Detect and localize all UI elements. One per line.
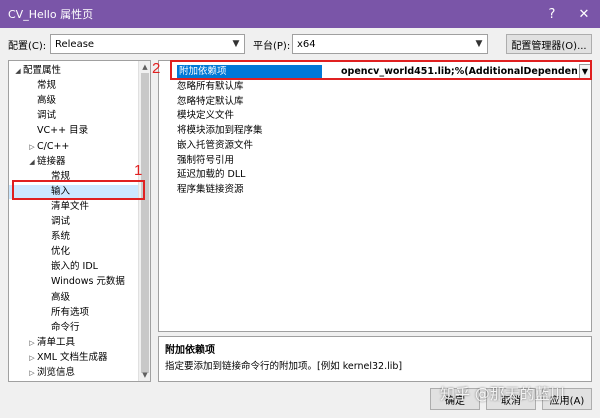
tree-item[interactable]: 所有选项 [9, 306, 139, 320]
tree-item[interactable]: 清单文件 [9, 200, 139, 214]
platform-value: x64 [297, 38, 316, 50]
chevron-down-icon: ▼ [232, 39, 240, 49]
tree-item[interactable]: 嵌入的 IDL [9, 260, 139, 274]
tree-item[interactable]: ▷ XML 文档生成器 [9, 351, 139, 365]
tree-item-label: 调试 [51, 216, 71, 227]
close-button[interactable]: ✕ [568, 0, 600, 28]
tree-item-label: 配置属性 [23, 65, 62, 76]
property-pages-window: CV_Hello 属性页 ? ✕ 配置(C): Release ▼ 平台(P):… [0, 0, 600, 418]
highlight-box-property [170, 60, 592, 80]
configuration-row: 配置(C): Release ▼ 平台(P): x64 ▼ 配置管理器(O)..… [0, 34, 600, 54]
scrollbar-thumb[interactable] [141, 73, 149, 373]
tree-item[interactable]: ▷ C/C++ [9, 140, 139, 154]
configuration-dropdown[interactable]: Release ▼ [50, 34, 245, 54]
tree-item-label: 调试 [37, 110, 57, 122]
tree-item-label: 链接器 [37, 155, 66, 167]
expander-icon[interactable]: ▷ [27, 140, 37, 154]
tree-item-label: XML 文档生成器 [37, 351, 108, 363]
property-row[interactable]: 程序集链接资源 [177, 183, 244, 197]
property-row[interactable]: 忽略特定默认库 [177, 95, 244, 109]
highlight-box-tree [12, 180, 145, 200]
tree-item[interactable]: 优化 [9, 245, 139, 259]
window-title: CV_Hello 属性页 [8, 8, 94, 21]
tree-item-label: 所有选项 [51, 306, 90, 318]
expander-icon[interactable]: ◢ [27, 155, 37, 169]
property-row[interactable]: 将模块添加到程序集 [177, 124, 263, 138]
tree-item-label: 嵌入的 IDL [51, 261, 98, 273]
tree-item[interactable]: ▷ 清单工具 [9, 336, 139, 350]
tree-item-label: 清单文件 [51, 200, 90, 212]
tree-item-label: 命令行 [51, 321, 80, 333]
tree-item-label: 高级 [51, 291, 71, 303]
tree-item-label: 浏览信息 [37, 367, 76, 378]
tree-scrollbar[interactable]: ▲ ▼ [138, 61, 150, 381]
tree-item[interactable]: 命令行 [9, 321, 139, 335]
help-button[interactable]: ? [536, 0, 568, 28]
tree-item[interactable]: Windows 元数据 [9, 275, 139, 289]
tree-item[interactable]: 高级 [9, 94, 139, 108]
expander-icon[interactable]: ▷ [27, 336, 37, 350]
description-text: 指定要添加到链接命令行的附加项。[例如 kernel32.lib] [165, 361, 403, 372]
tree-item[interactable]: 高级 [9, 291, 139, 305]
property-row[interactable]: 忽略所有默认库 [177, 80, 244, 94]
property-row[interactable]: 延迟加载的 DLL [177, 168, 245, 182]
platform-label: 平台(P): [253, 41, 291, 52]
close-icon: ✕ [578, 6, 590, 22]
scroll-down-icon[interactable]: ▼ [139, 369, 150, 381]
scroll-up-icon[interactable]: ▲ [139, 61, 150, 73]
tree-item[interactable]: 调试 [9, 109, 139, 123]
tree-item[interactable]: ◢ 配置属性 [9, 64, 139, 78]
platform-dropdown[interactable]: x64 ▼ [292, 34, 488, 54]
tree-item-label: 高级 [37, 95, 57, 107]
description-panel: 附加依赖项 指定要添加到链接命令行的附加项。[例如 kernel32.lib] [158, 336, 592, 382]
description-title: 附加依赖项 [165, 345, 215, 356]
tree-item-label: 常规 [37, 80, 57, 92]
tree-item[interactable]: VC++ 目录 [9, 124, 139, 138]
chevron-down-icon: ▼ [475, 39, 483, 49]
title-bar: CV_Hello 属性页 ? ✕ [0, 0, 600, 28]
configuration-manager-button[interactable]: 配置管理器(O)... [506, 34, 592, 54]
tree-item-label: C/C++ [37, 140, 70, 152]
tree-item-label: 清单工具 [37, 336, 76, 348]
expander-icon[interactable]: ▷ [27, 351, 37, 365]
configuration-value: Release [55, 38, 95, 50]
property-row[interactable]: 模块定义文件 [177, 109, 234, 123]
tree-item[interactable]: ◢ 链接器 [9, 155, 139, 169]
property-grid: 附加依赖项 opencv_world451.lib;%(AdditionalDe… [158, 60, 592, 332]
expander-icon[interactable]: ▷ [27, 366, 37, 380]
annotation-one: 1 [134, 162, 143, 179]
annotation-two: 2 [152, 60, 161, 77]
tree-item[interactable]: ▷ 浏览信息 [9, 366, 139, 380]
tree-item-label: Windows 元数据 [51, 276, 125, 288]
watermark: 知乎 @那天的蓝川 [440, 385, 565, 403]
tree-item[interactable]: 调试 [9, 215, 139, 229]
tree-item[interactable]: 系统 [9, 230, 139, 244]
tree-item-label: 系统 [51, 231, 71, 243]
tree-item[interactable]: 常规 [9, 79, 139, 93]
property-row[interactable]: 强制符号引用 [177, 154, 234, 168]
property-tree: ◢ 配置属性 常规 高级 调试 VC++ 目录 ▷ C/C++ ◢ 链接器 常规 输入 清单文件 调试 系统… [8, 60, 151, 382]
property-row[interactable]: 嵌入托管资源文件 [177, 139, 253, 153]
configuration-label: 配置(C): [8, 41, 47, 52]
tree-item-label: VC++ 目录 [37, 125, 89, 137]
expander-icon[interactable]: ◢ [13, 64, 23, 78]
tree-item-label: 优化 [51, 246, 71, 258]
